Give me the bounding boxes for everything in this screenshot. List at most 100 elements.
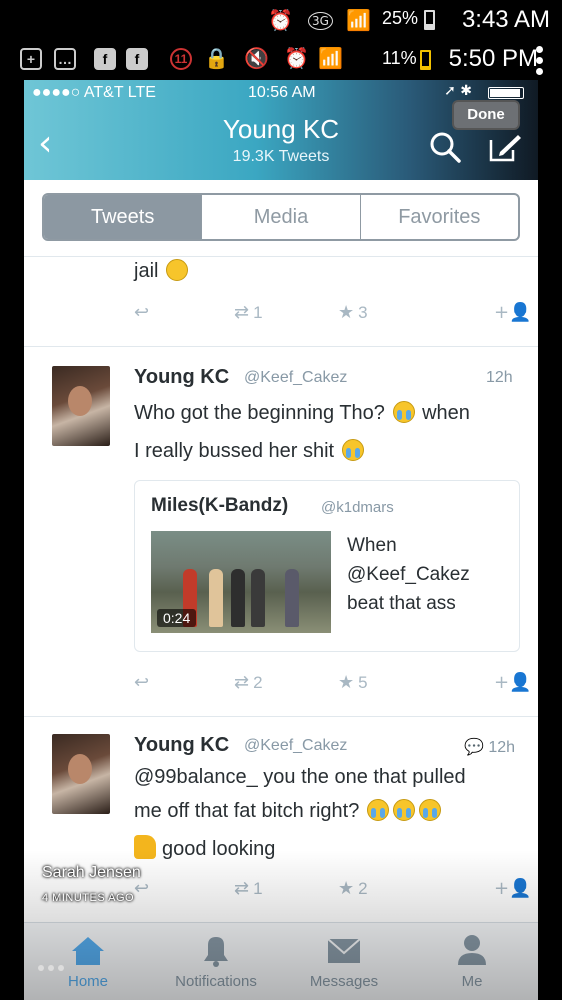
alarm-icon: ⏰: [284, 46, 309, 70]
video-duration: 0:24: [157, 609, 197, 627]
tab-label: Notifications: [175, 973, 257, 990]
overlay-more-icon[interactable]: [38, 958, 68, 976]
quoted-author-handle: @k1dmars: [321, 499, 394, 516]
tweet-text-line: me off that fat bitch right?: [134, 800, 360, 822]
reply-icon[interactable]: ↩: [134, 672, 149, 693]
person-icon: [458, 935, 486, 965]
overlay-timestamp: 4 MINUTES AGO: [42, 892, 135, 904]
divider: [24, 716, 538, 717]
facebook-icon: f: [126, 48, 148, 70]
crying-laughing-emoji: [392, 799, 415, 821]
avatar[interactable]: [52, 734, 110, 814]
star-icon: ★: [338, 302, 355, 323]
tweet-text-line: good looking: [162, 838, 276, 860]
location-icon: ➚ ✱: [444, 83, 472, 99]
follow-icon[interactable]: +👤: [494, 672, 532, 693]
thumbs-up-emoji: [134, 835, 156, 859]
follow-icon[interactable]: +👤: [494, 302, 532, 323]
favorite-button[interactable]: ★ 3: [338, 302, 368, 323]
overflow-menu-icon[interactable]: [536, 46, 544, 79]
tab-me[interactable]: Me: [408, 931, 536, 990]
tab-notifications[interactable]: Notifications: [152, 931, 280, 990]
tweet-time-value: 12h: [488, 739, 516, 756]
video-figure: [209, 569, 223, 627]
retweet-button[interactable]: ⇄ 1: [234, 302, 263, 323]
retweet-button[interactable]: ⇄ 1: [234, 878, 263, 899]
battery-icon: [420, 50, 431, 70]
tweet-text-line: I really bussed her shit: [134, 440, 335, 462]
weary-face-emoji: [166, 259, 189, 281]
tab-label: Me: [461, 973, 483, 990]
video-figure: [285, 569, 299, 627]
battery-icon: [424, 10, 435, 30]
tweet-author-handle[interactable]: @Keef_Cakez: [244, 737, 347, 755]
bell-icon: [204, 937, 228, 967]
status-time: 5:50 PM: [448, 45, 538, 72]
chat-icon: …: [54, 48, 76, 70]
search-button[interactable]: [428, 130, 462, 164]
lock-icon: 🔒: [204, 46, 229, 70]
tweet-author-name[interactable]: Young KC: [134, 734, 229, 757]
add-icon: +: [20, 48, 42, 70]
retweet-count: 2: [253, 673, 263, 692]
tweet-text: me off that fat bitch right?: [134, 792, 443, 830]
follow-icon[interactable]: +👤: [494, 878, 532, 899]
tweet-actions: ↩ ⇄ 2 ★ 5 +👤: [134, 672, 532, 698]
compose-icon: [489, 135, 521, 162]
quoted-tweet[interactable]: Miles(K-Bandz) @k1dmars 0:24 When @Keef_…: [134, 480, 520, 652]
tweet-actions: ↩ ⇄ 1 ★ 3 +👤: [134, 302, 532, 328]
video-figure: [251, 569, 265, 627]
tweet-author-name[interactable]: Young KC: [134, 366, 229, 389]
compose-button[interactable]: [488, 132, 522, 162]
crying-face-emoji: [341, 439, 364, 461]
wifi-icon: 📶: [318, 46, 343, 70]
battery-percent: 25%: [382, 8, 419, 28]
tweet-text-line: Who got the beginning Tho?: [134, 402, 385, 424]
tab-favorites[interactable]: Favorites: [359, 195, 518, 239]
carrier-label: ●●●●○ AT&T LTE: [32, 84, 156, 101]
crying-laughing-emoji: [392, 401, 415, 423]
profile-tabs: Tweets Media Favorites: [42, 193, 520, 241]
tweet-text-line: jail: [134, 260, 159, 282]
tweet-text: jail: [134, 252, 190, 290]
ios-battery-icon: [488, 87, 524, 99]
quoted-text: When @Keef_Cakez beat that ass: [347, 535, 470, 614]
video-figure: [231, 569, 245, 627]
conversation-icon: 💬: [464, 739, 484, 756]
retweet-icon: ⇄: [234, 672, 250, 693]
avatar[interactable]: [52, 366, 110, 446]
favorite-count: 2: [358, 879, 368, 898]
twitter-screen: ●●●●○ AT&T LTE 10:56 AM ➚ ✱ ‹ Young KC 1…: [24, 80, 538, 1000]
quoted-author-name: Miles(K-Bandz): [151, 495, 289, 516]
video-thumbnail[interactable]: 0:24: [151, 531, 331, 633]
facebook-icon: f: [94, 48, 116, 70]
retweet-button[interactable]: ⇄ 2: [234, 672, 263, 693]
tab-label: Messages: [309, 973, 379, 990]
reply-icon[interactable]: ↩: [134, 302, 149, 323]
divider: [24, 256, 538, 257]
favorite-count: 5: [358, 673, 368, 692]
signal-icon: 📶: [346, 8, 371, 32]
tweet-author-handle[interactable]: @Keef_Cakez: [244, 369, 347, 387]
tweet-text: @99balance_ you the one that pulled: [134, 766, 466, 788]
tweet-actions: ↩ ⇄ 1 ★ 2 +👤: [134, 878, 532, 904]
retweet-count: 1: [253, 879, 263, 898]
tab-messages[interactable]: Messages: [280, 931, 408, 990]
network-3g-icon: 3G: [308, 12, 333, 30]
tab-tweets[interactable]: Tweets: [44, 195, 202, 239]
tab-media[interactable]: Media: [201, 195, 359, 239]
tweet-time: 💬 12h: [464, 737, 515, 757]
crying-laughing-emoji: [418, 799, 441, 821]
divider: [24, 346, 538, 347]
battery-percent: 11%: [382, 48, 417, 68]
retweet-icon: ⇄: [234, 878, 250, 899]
ios-time: 10:56 AM: [248, 84, 316, 101]
favorite-button[interactable]: ★ 2: [338, 878, 368, 899]
favorite-button[interactable]: ★ 5: [338, 672, 368, 693]
envelope-icon: [327, 938, 361, 963]
tweet-text: Who got the beginning Tho? when: [134, 394, 470, 432]
crying-laughing-emoji: [366, 799, 389, 821]
tweet-text: good looking: [134, 830, 275, 868]
done-button[interactable]: Done: [452, 100, 520, 130]
retweet-count: 1: [253, 303, 263, 322]
